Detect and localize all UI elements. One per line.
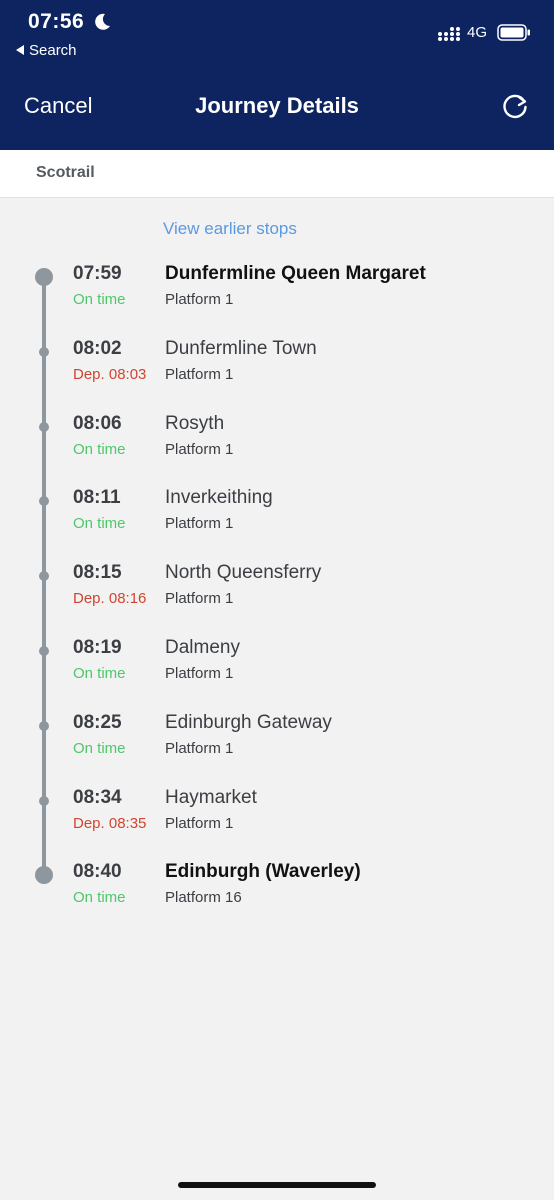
timeline-dot — [39, 796, 49, 806]
stop-status: On time — [73, 889, 126, 906]
timeline-dot — [35, 866, 53, 884]
moon-icon — [95, 13, 110, 30]
platform-label: Platform 1 — [165, 515, 234, 532]
platform-label: Platform 1 — [165, 590, 234, 607]
stop-row[interactable]: 08:11 On time Inverkeithing Platform 1 — [0, 487, 554, 547]
stop-row[interactable]: 08:25 On time Edinburgh Gateway Platform 1 — [0, 712, 554, 772]
stop-time: 08:25 — [73, 712, 122, 733]
stop-row[interactable]: 07:59 On time Dunfermline Queen Margaret Pl… — [0, 263, 554, 323]
stop-time: 08:02 — [73, 338, 122, 359]
back-search-label: Search — [29, 42, 77, 59]
stop-status: On time — [73, 515, 126, 532]
timeline-dot — [39, 496, 49, 506]
stop-status: On time — [73, 665, 126, 682]
station-name: Dunfermline Queen Margaret — [165, 263, 426, 284]
stop-row[interactable]: 08:34 Dep. 08:35 Haymarket Platform 1 — [0, 787, 554, 847]
stop-row[interactable]: 08:40 On time Edinburgh (Waverley) Platform… — [0, 861, 554, 921]
platform-label: Platform 1 — [165, 665, 234, 682]
stop-row[interactable]: 08:02 Dep. 08:03 Dunfermline Town Platform … — [0, 338, 554, 398]
timeline-dot — [39, 721, 49, 731]
timeline-dot — [39, 571, 49, 581]
platform-label: Platform 1 — [165, 441, 234, 458]
stop-time: 08:19 — [73, 637, 122, 658]
stop-row[interactable]: 08:15 Dep. 08:16 North Queensferry Platform… — [0, 562, 554, 622]
stop-time: 07:59 — [73, 263, 122, 284]
stop-status: Dep. 08:35 — [73, 815, 147, 832]
station-name: Dalmeny — [165, 637, 240, 658]
stop-time: 08:40 — [73, 861, 122, 882]
stop-status: On time — [73, 291, 126, 308]
platform-label: Platform 1 — [165, 366, 234, 383]
stop-status: Dep. 08:03 — [73, 366, 147, 383]
platform-label: Platform 1 — [165, 815, 234, 832]
cancel-button[interactable]: Cancel — [24, 93, 92, 119]
stop-time: 08:15 — [73, 562, 122, 583]
stop-row[interactable]: 08:06 On time Rosyth Platform 1 — [0, 413, 554, 473]
station-name: North Queensferry — [165, 562, 322, 583]
stop-status: On time — [73, 740, 126, 757]
operator-name: Scotrail — [36, 164, 95, 181]
platform-label: Platform 1 — [165, 291, 234, 308]
stop-status: On time — [73, 441, 126, 458]
back-arrow-icon — [16, 45, 24, 55]
battery-icon — [497, 24, 530, 41]
timeline-dot — [35, 268, 53, 286]
home-indicator — [178, 1182, 376, 1188]
station-name: Inverkeithing — [165, 487, 273, 508]
refresh-icon[interactable] — [500, 92, 530, 122]
station-name: Dunfermline Town — [165, 338, 317, 359]
stop-time: 08:11 — [73, 487, 121, 508]
stop-time: 08:06 — [73, 413, 122, 434]
back-to-search-link[interactable]: Search — [16, 42, 77, 59]
stop-status: Dep. 08:16 — [73, 590, 147, 607]
status-bar-time: 07:56 — [28, 10, 85, 33]
view-earlier-stops-link[interactable]: View earlier stops — [163, 219, 297, 239]
station-name: Edinburgh Gateway — [165, 712, 332, 733]
platform-label: Platform 16 — [165, 889, 242, 906]
platform-label: Platform 1 — [165, 740, 234, 757]
header: 07:56 Search 4G Cancel Journey Details — [0, 0, 554, 150]
timeline-dot — [39, 646, 49, 656]
stop-row[interactable]: 08:19 On time Dalmeny Platform 1 — [0, 637, 554, 697]
timeline-dot — [39, 422, 49, 432]
station-name: Edinburgh (Waverley) — [165, 861, 361, 882]
operator-bar: Scotrail — [0, 150, 554, 198]
station-name: Haymarket — [165, 787, 257, 808]
network-type: 4G — [467, 24, 488, 41]
signal-strength-icon — [438, 27, 460, 41]
station-name: Rosyth — [165, 413, 225, 434]
timeline-dot — [39, 347, 49, 357]
page-title: Journey Details — [195, 93, 359, 118]
stop-time: 08:34 — [73, 787, 122, 808]
